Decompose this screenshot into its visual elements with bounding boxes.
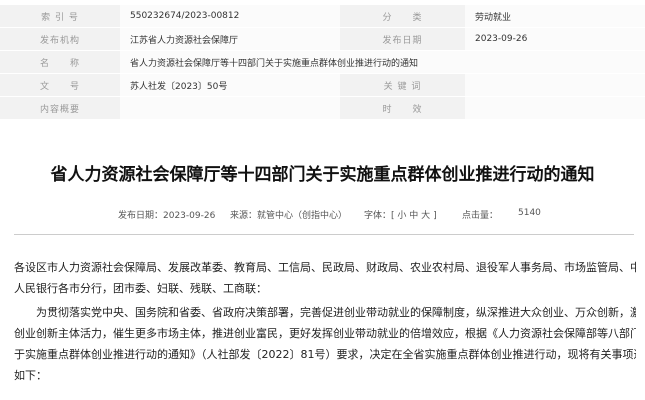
body-paragraph: 为贯彻落实党中央、国务院和省委、省政府决策部署，完善促进创业带动就业的保障制度，… bbox=[14, 302, 636, 386]
date-value: 2023-09-26 bbox=[465, 27, 645, 51]
validity-value bbox=[465, 96, 645, 120]
font-size-control: 字体：[ 小 中 大 ] bbox=[364, 208, 437, 221]
index-value: 550232674/2023-00812 bbox=[120, 5, 340, 28]
font-size-label: 字体：[ bbox=[364, 211, 395, 221]
name-value: 省人力资源社会保障厅等十四部门关于实施重点群体创业推进行动的通知 bbox=[120, 50, 645, 74]
metadata-row: 文 号 苏人社发〔2023〕50号 关 键 词 bbox=[0, 73, 645, 97]
date-label: 发布日期 bbox=[340, 27, 465, 51]
docno-value: 苏人社发〔2023〕50号 bbox=[120, 73, 340, 97]
paragraph-line: 于实施重点群体创业推进行动的通知》（人社部发〔2022〕81号）要求，决定在全省… bbox=[14, 348, 636, 361]
publisher-value: 江苏省人力资源社会保障厅 bbox=[120, 27, 340, 51]
category-value: 劳动就业 bbox=[465, 5, 645, 28]
metadata-row: 发布机构 江苏省人力资源社会保障厅 发布日期 2023-09-26 bbox=[0, 27, 645, 51]
metadata-row: 名 称 省人力资源社会保障厅等十四部门关于实施重点群体创业推进行动的通知 bbox=[0, 50, 645, 74]
paragraph-line: 为贯彻落实党中央、国务院和省委、省政府决策部署，完善促进创业带动就业的保障制度，… bbox=[36, 306, 636, 319]
index-label: 索 引 号 bbox=[0, 5, 120, 28]
font-size-large-button[interactable]: 大 bbox=[421, 211, 430, 221]
keywords-label: 关 键 词 bbox=[340, 73, 465, 97]
docno-label: 文 号 bbox=[0, 73, 120, 97]
views-label: 点击量： bbox=[462, 211, 499, 221]
validity-label: 时 效 bbox=[340, 96, 465, 120]
name-label: 名 称 bbox=[0, 50, 120, 74]
document-metadata-table: 索 引 号 550232674/2023-00812 分 类 劳动就业 发布机构… bbox=[0, 5, 645, 120]
metadata-row: 内容概要 时 效 bbox=[0, 96, 645, 120]
article-source: 来源：就管中心（创指中心） bbox=[230, 211, 348, 221]
font-size-close: ] bbox=[433, 211, 437, 221]
font-size-small-button[interactable]: 小 bbox=[397, 211, 406, 221]
article-info-bar: 发布日期：2023-09-26 来源：就管中心（创指中心） 字体：[ 小 中 大… bbox=[0, 208, 645, 222]
font-size-medium-button[interactable]: 中 bbox=[409, 211, 418, 221]
paragraph-line: 各设区市人力资源社会保障局、发展改革委、教育局、工信局、民政局、财政局、农业农村… bbox=[14, 261, 636, 274]
publish-date: 发布日期：2023-09-26 bbox=[118, 211, 216, 221]
summary-label: 内容概要 bbox=[0, 96, 120, 120]
summary-value bbox=[120, 96, 340, 120]
metadata-row: 索 引 号 550232674/2023-00812 分 类 劳动就业 bbox=[0, 5, 645, 28]
views-count: 5140 bbox=[518, 208, 541, 218]
paragraph-line: 人民银行各市分行，团市委、妇联、残联、工商联： bbox=[14, 282, 267, 295]
content-divider bbox=[14, 234, 634, 235]
article-title: 省人力资源社会保障厅等十四部门关于实施重点群体创业推进行动的通知 bbox=[50, 165, 595, 185]
publisher-label: 发布机构 bbox=[0, 27, 120, 51]
recipients-paragraph: 各设区市人力资源社会保障局、发展改革委、教育局、工信局、民政局、财政局、农业农村… bbox=[14, 257, 636, 299]
keywords-value bbox=[465, 73, 645, 97]
paragraph-line: 创业创新主体活力，催生更多市场主体，推进创业富民，更好发挥创业带动就业的倍增效应… bbox=[14, 327, 636, 340]
category-label: 分 类 bbox=[340, 5, 465, 28]
paragraph-line: 如下： bbox=[14, 369, 47, 382]
